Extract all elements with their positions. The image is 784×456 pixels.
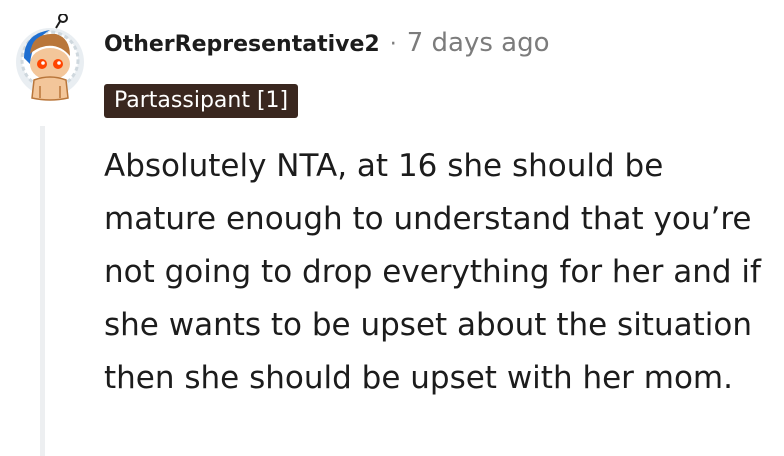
username-link[interactable]: OtherRepresentative2	[104, 32, 380, 57]
snoo-avatar-icon	[16, 13, 84, 101]
comment-header: OtherRepresentative2 · 7 days ago	[104, 28, 550, 58]
user-flair-badge: Partassipant [1]	[104, 84, 299, 118]
comment-body-text: Absolutely NTA, at 16 she should be matu…	[104, 148, 761, 396]
avatar-icon[interactable]	[10, 13, 90, 104]
thread-line[interactable]	[40, 126, 45, 456]
timestamp-link[interactable]: 7 days ago	[407, 28, 550, 58]
meta-separator: ·	[389, 32, 397, 57]
